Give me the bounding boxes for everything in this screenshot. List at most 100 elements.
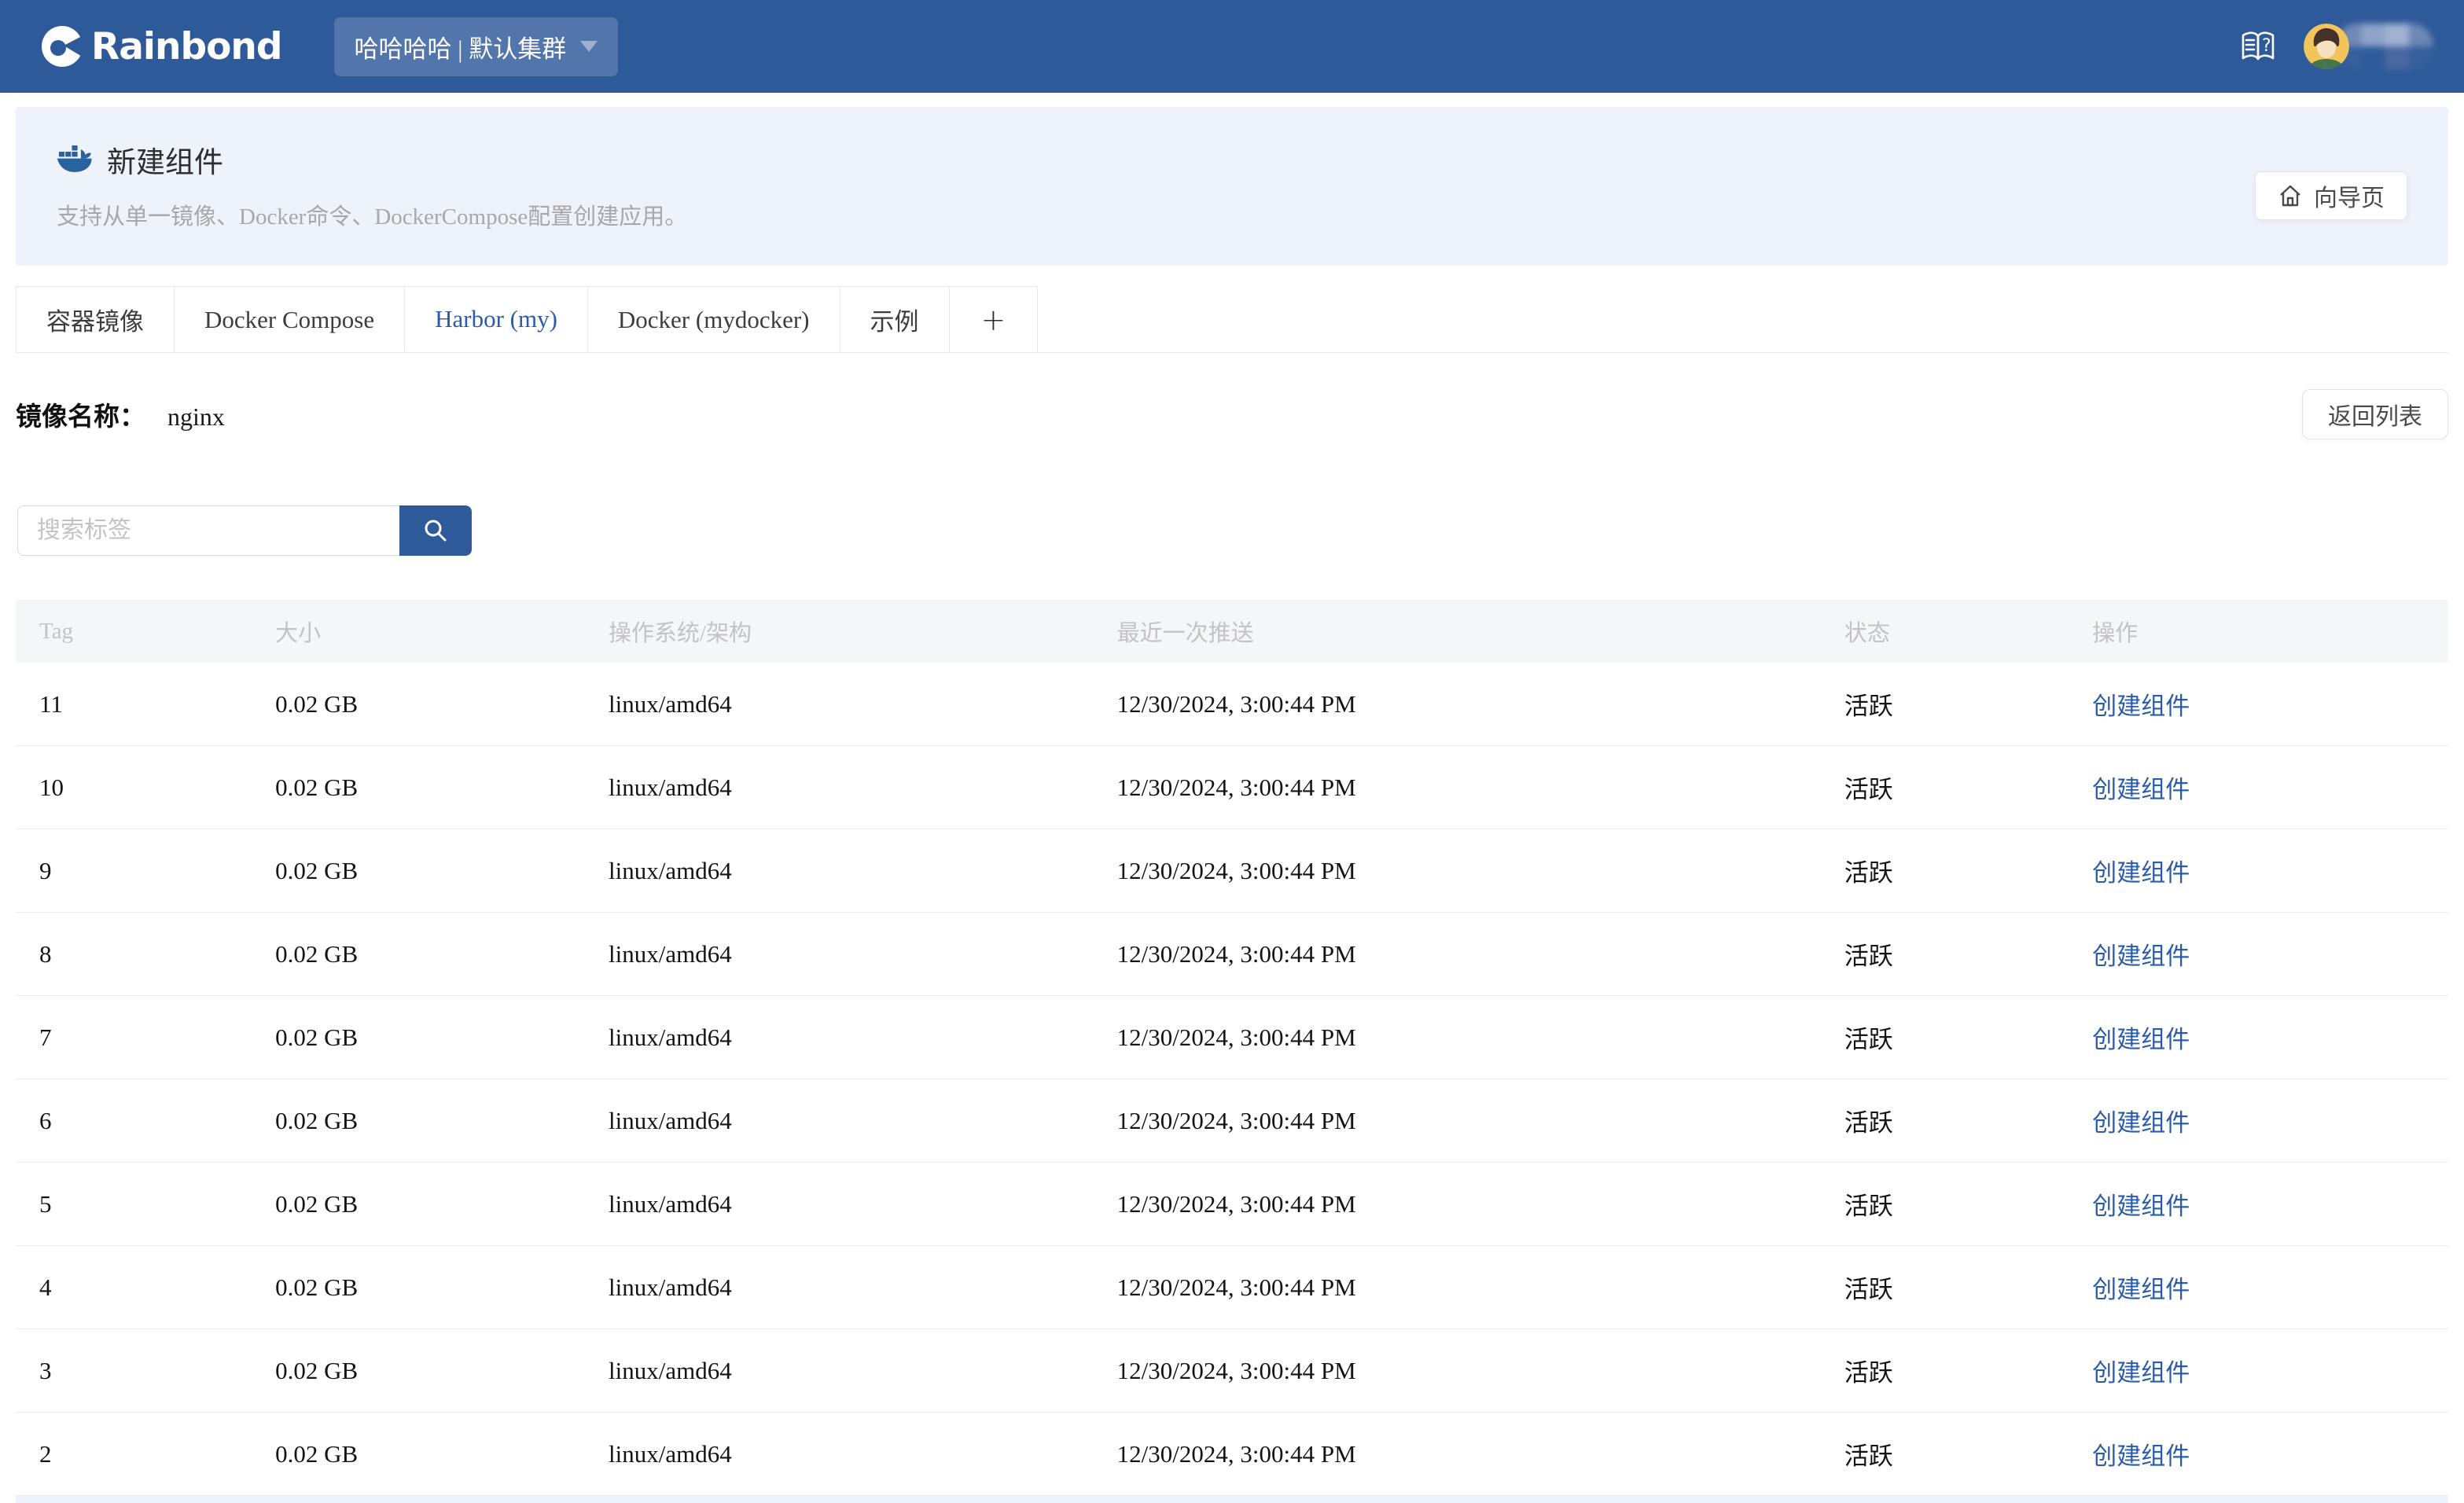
cell-last-push: 12/30/2024, 3:00:44 PM [1094, 774, 1821, 802]
rainbond-logo-icon [41, 25, 83, 68]
status-text: 活跃 [1821, 1103, 2069, 1138]
col-header-action: 操作 [2069, 615, 2448, 648]
cell-tag: 4 [16, 1273, 252, 1302]
cell-os-arch: linux/amd64 [585, 1023, 1094, 1052]
col-header-tag: Tag [16, 619, 252, 645]
cell-size: 0.02 GB [252, 1273, 585, 1302]
image-name-value: nginx [167, 402, 225, 431]
rainbond-logo[interactable]: Rainbond [41, 25, 282, 68]
status-text: 活跃 [1821, 853, 2069, 888]
cell-size: 0.02 GB [252, 690, 585, 718]
cluster-selector-label: 哈哈哈哈 | 默认集群 [355, 29, 567, 64]
image-name-group: 镜像名称： nginx [16, 395, 225, 433]
avatar[interactable] [2304, 24, 2349, 69]
cell-os-arch: linux/amd64 [585, 1107, 1094, 1135]
svg-text:?: ? [2262, 36, 2271, 56]
back-to-list-button[interactable]: 返回列表 [2302, 389, 2448, 439]
cell-os-arch: linux/amd64 [585, 1357, 1094, 1385]
cell-last-push: 12/30/2024, 3:00:44 PM [1094, 940, 1821, 968]
cell-size: 0.02 GB [252, 1190, 585, 1218]
cell-size: 0.02 GB [252, 857, 585, 885]
create-component-link[interactable]: 创建组件 [2092, 1109, 2190, 1137]
registry-tab[interactable]: Docker Compose [174, 286, 404, 352]
create-component-link[interactable]: 创建组件 [2092, 943, 2190, 970]
cell-last-push: 12/30/2024, 3:00:44 PM [1094, 1440, 1821, 1468]
col-header-status: 状态 [1821, 615, 2069, 648]
wizard-page-button[interactable]: 向导页 [2255, 171, 2407, 220]
cell-tag: 11 [16, 690, 252, 718]
tag-search-input[interactable] [17, 505, 399, 556]
col-header-last-push: 最近一次推送 [1094, 615, 1821, 648]
search-button[interactable] [399, 505, 472, 556]
table-row: 7 0.02 GB linux/amd64 12/30/2024, 3:00:4… [16, 996, 2448, 1079]
chevron-down-icon [580, 41, 598, 52]
cell-os-arch: linux/amd64 [585, 857, 1094, 885]
cell-os-arch: linux/amd64 [585, 940, 1094, 968]
registry-tab[interactable]: Docker (mydocker) [587, 286, 840, 352]
tag-table: Tag 大小 操作系统/架构 最近一次推送 状态 操作 11 0.02 GB l… [16, 600, 2448, 1496]
create-component-link[interactable]: 创建组件 [2092, 859, 2190, 887]
docker-whale-icon [57, 144, 93, 175]
create-component-link[interactable]: 创建组件 [2092, 1359, 2190, 1387]
cell-last-push: 12/30/2024, 3:00:44 PM [1094, 1023, 1821, 1052]
registry-tab[interactable]: Harbor (my) [404, 286, 587, 352]
cell-size: 0.02 GB [252, 774, 585, 802]
cell-tag: 9 [16, 857, 252, 885]
image-name-row: 镜像名称： nginx 返回列表 [16, 389, 2448, 439]
status-text: 活跃 [1821, 1353, 2069, 1388]
cell-tag: 5 [16, 1190, 252, 1218]
cell-os-arch: linux/amd64 [585, 1273, 1094, 1302]
tag-table-header: Tag 大小 操作系统/架构 最近一次推送 状态 操作 [16, 600, 2448, 663]
banner-title-row: 新建组件 [57, 138, 687, 181]
search-icon [421, 516, 450, 545]
status-text: 活跃 [1821, 936, 2069, 972]
create-component-link[interactable]: 创建组件 [2092, 1192, 2190, 1220]
create-component-link[interactable]: 创建组件 [2092, 693, 2190, 720]
cell-os-arch: linux/amd64 [585, 1440, 1094, 1468]
username-redacted [2337, 24, 2433, 69]
new-component-banner: 新建组件 支持从单一镜像、Docker命令、DockerCompose配置创建应… [16, 107, 2448, 266]
banner-text: 新建组件 支持从单一镜像、Docker命令、DockerCompose配置创建应… [57, 138, 687, 231]
create-component-link[interactable]: 创建组件 [2092, 776, 2190, 803]
cell-last-push: 12/30/2024, 3:00:44 PM [1094, 1107, 1821, 1135]
status-text: 活跃 [1821, 1186, 2069, 1222]
page-subtitle: 支持从单一镜像、Docker命令、DockerCompose配置创建应用。 [57, 198, 687, 231]
cell-last-push: 12/30/2024, 3:00:44 PM [1094, 690, 1821, 718]
cell-size: 0.02 GB [252, 940, 585, 968]
cell-tag: 10 [16, 774, 252, 802]
table-row: 4 0.02 GB linux/amd64 12/30/2024, 3:00:4… [16, 1246, 2448, 1329]
create-component-link[interactable]: 创建组件 [2092, 1026, 2190, 1053]
create-component-link[interactable]: 创建组件 [2092, 1276, 2190, 1303]
registry-tab[interactable]: 示例 [840, 286, 949, 352]
status-text: 活跃 [1821, 770, 2069, 805]
registry-tab-label: 示例 [870, 302, 919, 337]
cell-size: 0.02 GB [252, 1107, 585, 1135]
navbar-right: ? [2239, 24, 2433, 69]
registry-tab-label: Docker Compose [204, 306, 374, 334]
cell-tag: 7 [16, 1023, 252, 1052]
registry-tab-label: Docker (mydocker) [618, 306, 810, 334]
tag-search-bar [17, 505, 2464, 556]
status-text: 活跃 [1821, 1020, 2069, 1055]
cluster-selector-dropdown[interactable]: 哈哈哈哈 | 默认集群 [334, 17, 619, 76]
cell-last-push: 12/30/2024, 3:00:44 PM [1094, 1190, 1821, 1218]
table-row: 3 0.02 GB linux/amd64 12/30/2024, 3:00:4… [16, 1329, 2448, 1413]
table-row: 6 0.02 GB linux/amd64 12/30/2024, 3:00:4… [16, 1079, 2448, 1163]
create-component-link[interactable]: 创建组件 [2092, 1442, 2190, 1470]
bottom-partial-section [16, 1496, 2448, 1503]
cell-tag: 3 [16, 1357, 252, 1385]
registry-tab[interactable]: + [949, 286, 1039, 352]
cell-last-push: 12/30/2024, 3:00:44 PM [1094, 1357, 1821, 1385]
table-row: 11 0.02 GB linux/amd64 12/30/2024, 3:00:… [16, 663, 2448, 746]
cell-os-arch: linux/amd64 [585, 1190, 1094, 1218]
cell-os-arch: linux/amd64 [585, 690, 1094, 718]
status-text: 活跃 [1821, 1270, 2069, 1305]
cell-last-push: 12/30/2024, 3:00:44 PM [1094, 857, 1821, 885]
registry-tab[interactable]: 容器镜像 [16, 286, 174, 352]
cell-last-push: 12/30/2024, 3:00:44 PM [1094, 1273, 1821, 1302]
cell-tag: 2 [16, 1440, 252, 1468]
docs-help-icon[interactable]: ? [2239, 29, 2277, 64]
registry-tab-label: 容器镜像 [46, 302, 144, 337]
registry-tab-label: Harbor (my) [435, 305, 557, 333]
table-row: 8 0.02 GB linux/amd64 12/30/2024, 3:00:4… [16, 913, 2448, 996]
